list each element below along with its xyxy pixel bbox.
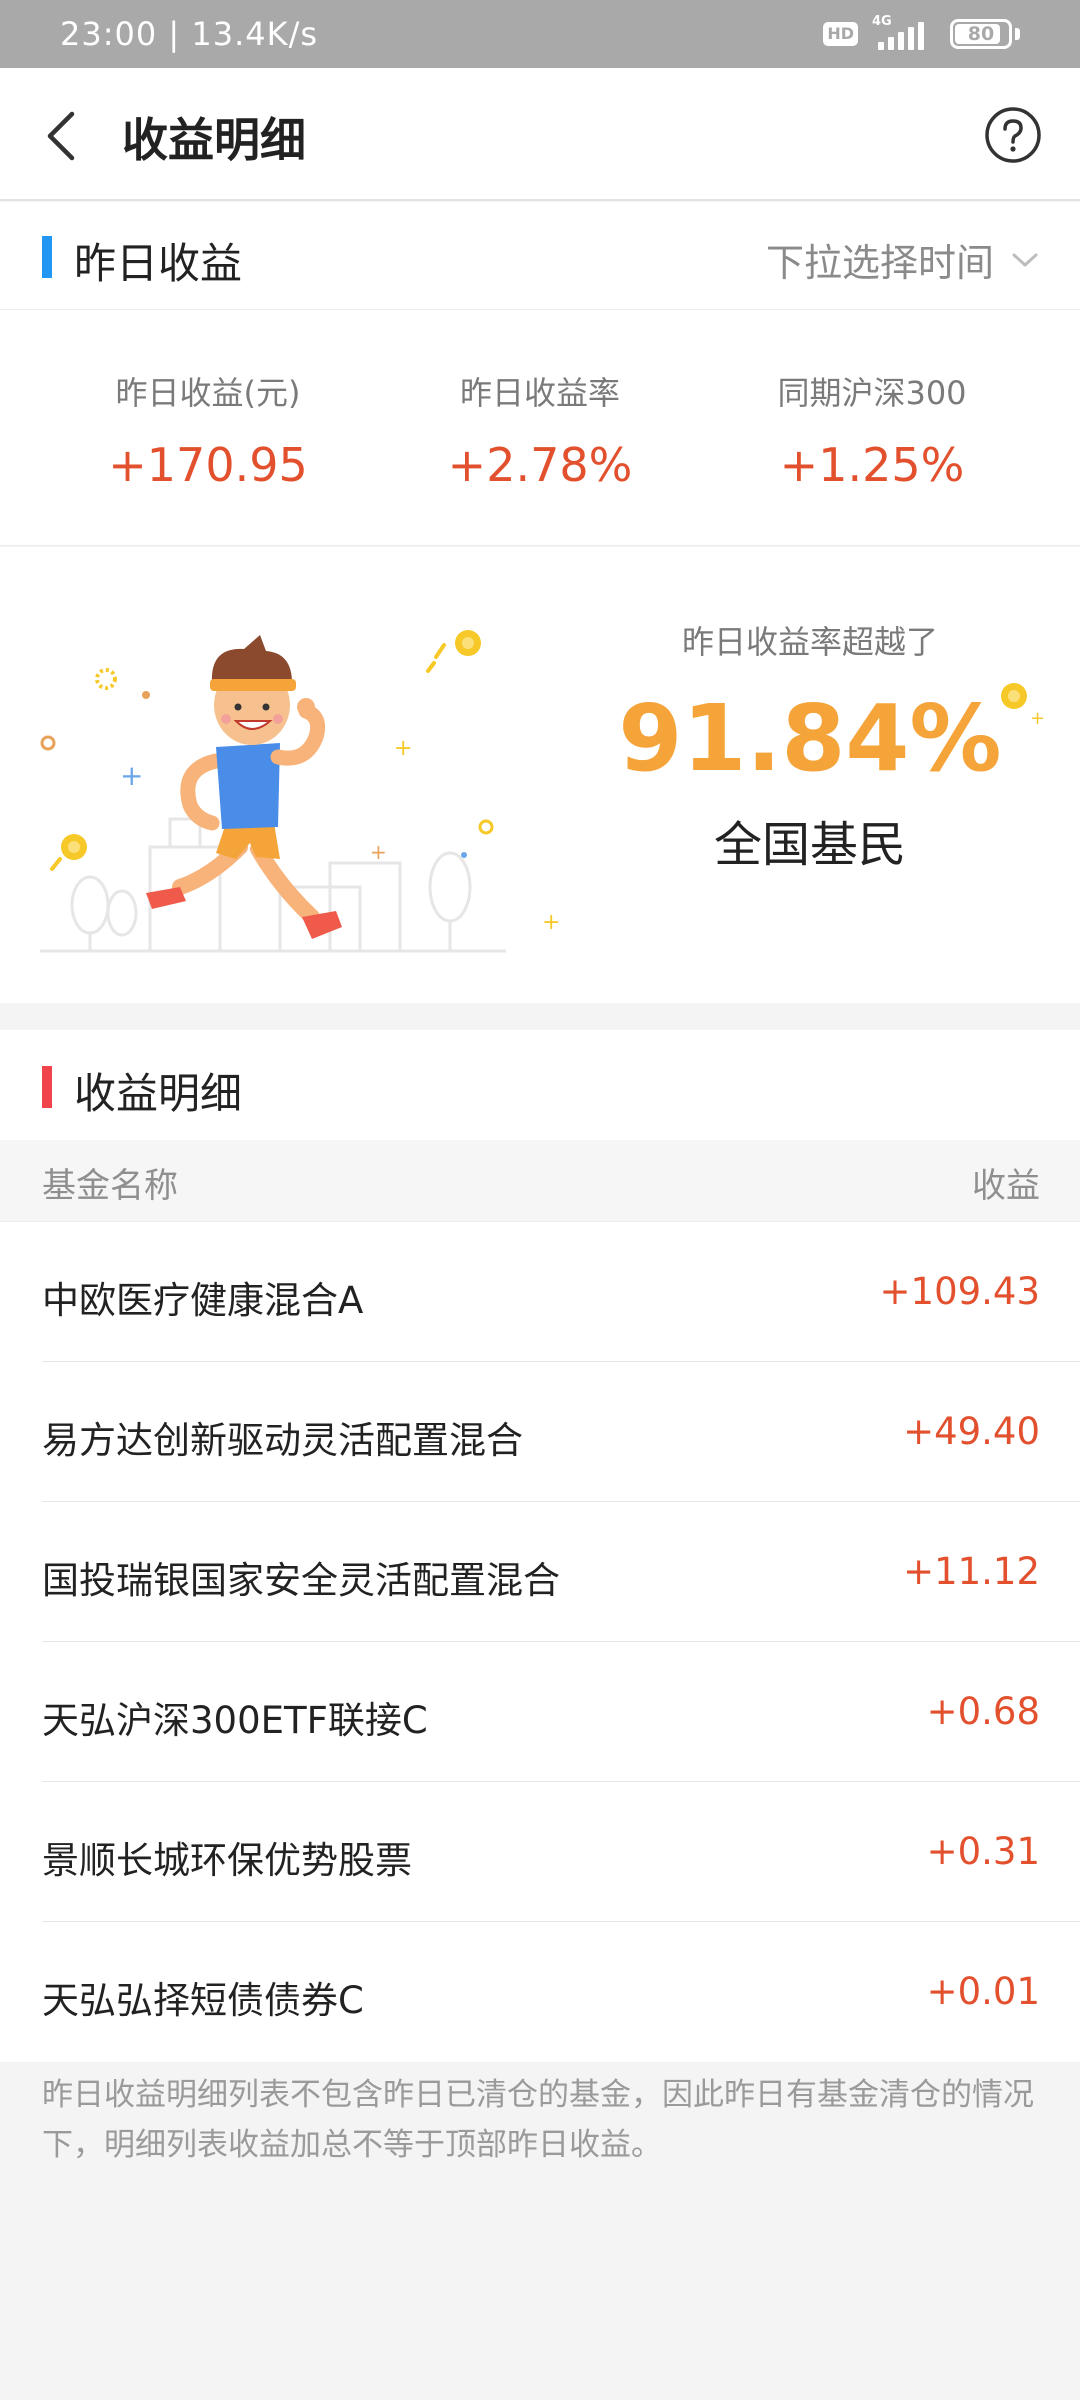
fund-income: +0.01 xyxy=(926,1970,1040,2013)
footnote: 昨日收益明细列表不包含昨日已清仓的基金，因此昨日有基金清仓的情况下，明细列表收益… xyxy=(42,2077,1034,2163)
beat-subject: 全国基民 xyxy=(713,817,906,873)
fund-income: +11.12 xyxy=(903,1550,1040,1593)
column-header-fund-name: 基金名称 xyxy=(42,1166,178,1206)
help-button[interactable] xyxy=(984,106,1042,164)
fund-name: 景顺长城环保优势股票 xyxy=(42,1839,412,1882)
fund-row[interactable]: 天弘弘择短债债券C +0.01 xyxy=(0,1922,1080,2062)
signal-icon: 4G xyxy=(872,14,936,54)
yesterday-section-title: 昨日收益 xyxy=(74,239,243,288)
chevron-down-icon xyxy=(1012,253,1038,266)
stat-hs300: 同期沪深300 +1.25% xyxy=(692,368,1052,492)
fund-row[interactable]: 国投瑞银国家安全灵活配置混合 +11.12 xyxy=(0,1502,1080,1642)
svg-text:+: + xyxy=(120,759,143,792)
fund-name: 易方达创新驱动灵活配置混合 xyxy=(42,1419,523,1462)
fund-name: 中欧医疗健康混合A xyxy=(42,1279,364,1322)
page-title: 收益明细 xyxy=(122,113,306,167)
status-time: 23:00 | 13.4K/s xyxy=(60,15,319,53)
detail-section-title: 收益明细 xyxy=(74,1069,243,1118)
status-icons: HD 4G 80 xyxy=(823,14,1020,54)
battery-level: 80 xyxy=(967,23,995,45)
back-button[interactable] xyxy=(40,106,90,166)
fund-name: 天弘弘择短债债券C xyxy=(42,1979,364,2022)
stat-value: +2.78% xyxy=(447,438,633,492)
fund-row[interactable]: 易方达创新驱动灵活配置混合 +49.40 xyxy=(0,1362,1080,1502)
battery-tip xyxy=(1015,28,1020,40)
fund-income: +0.31 xyxy=(926,1830,1040,1873)
fund-name: 国投瑞银国家安全灵活配置混合 xyxy=(42,1559,560,1602)
stat-label: 昨日收益率 xyxy=(459,374,620,412)
fund-table-header: 基金名称 收益 xyxy=(0,1140,1080,1222)
beat-label: 昨日收益率超越了 xyxy=(681,623,938,661)
stat-value: +1.25% xyxy=(779,438,965,492)
stat-yesterday-income: 昨日收益(元) +170.95 xyxy=(28,368,388,492)
fund-row[interactable]: 中欧医疗健康混合A +109.43 xyxy=(0,1222,1080,1362)
stat-label: 昨日收益(元) xyxy=(115,374,301,412)
svg-text:+: + xyxy=(370,840,387,864)
status-bar: 23:00 | 13.4K/s HD 4G 80 xyxy=(0,0,1080,68)
section-accent-bar xyxy=(42,236,52,278)
fund-income: +109.43 xyxy=(879,1270,1040,1313)
fund-name: 天弘沪深300ETF联接C xyxy=(42,1699,428,1742)
yesterday-stats: 昨日收益(元) +170.95 昨日收益率 +2.78% 同期沪深300 +1.… xyxy=(0,310,1080,546)
beat-percentage: 91.84% xyxy=(618,685,1002,792)
column-header-income: 收益 xyxy=(972,1166,1040,1206)
yesterday-section-header: 昨日收益 下拉选择时间 xyxy=(0,202,1080,310)
fund-income: +0.68 xyxy=(926,1690,1040,1733)
stat-label: 同期沪深300 xyxy=(777,374,967,412)
fund-row[interactable]: 天弘沪深300ETF联接C +0.68 xyxy=(0,1642,1080,1782)
beat-rate-panel: + + + + + 昨日收益率超越了 91.84% 全国基民 xyxy=(0,547,1080,1003)
fund-list: 中欧医疗健康混合A +109.43 易方达创新驱动灵活配置混合 +49.40 国… xyxy=(0,1222,1080,2062)
svg-text:+: + xyxy=(542,910,560,935)
runner-illustration: + + + + xyxy=(40,630,560,953)
hd-icon: HD xyxy=(823,22,858,46)
app-header: 收益明细 xyxy=(0,68,1080,201)
chevron-left-icon xyxy=(47,111,75,161)
time-picker-label: 下拉选择时间 xyxy=(765,241,994,285)
stat-yesterday-rate: 昨日收益率 +2.78% xyxy=(360,368,720,492)
svg-text:+: + xyxy=(394,736,412,761)
battery-icon: 80 xyxy=(950,19,1012,49)
stat-value: +170.95 xyxy=(108,438,308,492)
question-circle-icon xyxy=(985,107,1041,163)
fund-row[interactable]: 景顺长城环保优势股票 +0.31 xyxy=(0,1782,1080,1922)
time-picker-dropdown[interactable]: 下拉选择时间 xyxy=(766,232,1040,287)
section-accent-bar xyxy=(42,1066,52,1108)
fund-income: +49.40 xyxy=(903,1410,1040,1453)
detail-section-header: 收益明细 xyxy=(0,1030,1080,1140)
